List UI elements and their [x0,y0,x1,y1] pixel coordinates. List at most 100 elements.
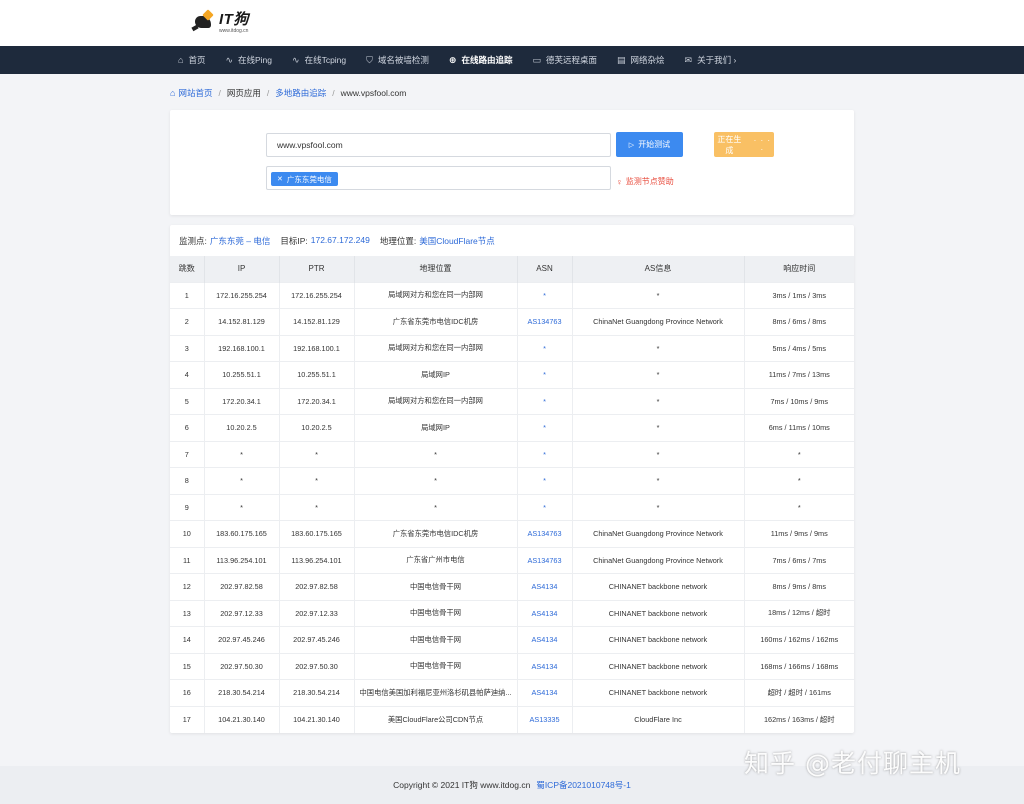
ip-cell: 218.30.54.214 [204,679,280,706]
generating-button[interactable]: 正在生成 · · · · [714,132,774,157]
generating-dots: · · · · [753,135,772,154]
nav-item-traceroute[interactable]: ⊕ 在线路由追踪 [449,46,513,74]
nav-item-about[interactable]: ✉ 关于我们 › [685,46,737,74]
sponsor-link[interactable]: ♀ 监测节点赞助 [616,176,674,187]
nav-item-remote-desktop[interactable]: ▭ 德芙远程桌面 [532,46,597,74]
asn-cell: * [517,493,573,521]
nav-network-misc-icon: ▤ [617,54,626,65]
table-row: 12 202.97.82.58 202.97.82.58 中国电信骨干网 AS4134 C… [170,573,854,600]
nav-item-network-misc[interactable]: ▤ 网络杂烩 [617,46,665,74]
hop-cell: 16 [170,679,205,706]
as-info-cell: * [572,334,745,362]
hop-cell: 15 [170,652,205,680]
geo-cell: 广东省东莞市电信IDC机房 [354,520,518,547]
latency-cell: 7ms / 6ms / 7ms [744,546,854,574]
as-info-cell: CHINANET backbone network [572,626,745,653]
geo-cell: 局域网对方和您在同一内部网 [354,334,518,362]
nav-home-icon: ⌂ [178,55,184,65]
node-select[interactable]: ✕ 广东东莞电信 [266,166,611,190]
nav-remote-desktop-icon: ▭ [532,54,541,65]
breadcrumb-tool[interactable]: 多地路由追踪 [275,87,326,99]
column-header: 跳数 [170,256,205,282]
ip-cell: 113.96.254.101 [204,546,280,574]
asn-cell[interactable]: AS134763 [517,520,573,547]
nav-wall-check-icon: ⛉ [366,54,373,65]
asn-cell[interactable]: AS4134 [517,599,573,627]
nav-item-label: 德芙远程桌面 [546,55,598,65]
column-header: PTR [279,256,355,282]
nav-about-icon: ✉ [684,54,693,65]
ip-cell: 10.255.51.1 [204,361,280,388]
geo-cell: 局域网对方和您在同一内部网 [354,387,518,415]
ip-cell: * [204,493,280,521]
table-row: 17 104.21.30.140 104.21.30.140 美国CloudFlare… [170,705,854,733]
hop-cell: 9 [170,493,205,521]
ptr-cell: 202.97.12.33 [279,599,355,627]
table-row: 13 202.97.12.33 202.97.12.33 中国电信骨干网 AS4134 C… [170,599,854,627]
table-row: 8 * * * * * * [170,467,854,494]
breadcrumb-home[interactable]: 网站首页 [178,87,212,99]
copyright-text: Copyright © 2021 IT狗 www.itdog.cn [393,780,531,790]
icp-link[interactable]: 蜀ICP备2021010748号-1 [536,779,631,791]
site-logo[interactable]: IT狗 www.itdog.cn [191,9,249,34]
host-input[interactable] [266,133,611,157]
geo-cell: 美国CloudFlare公司CDN节点 [354,705,518,733]
hop-cell: 2 [170,308,205,335]
geo-cell: 广东省东莞市电信IDC机房 [354,308,518,335]
nav-item-label: 首页 [188,55,206,65]
hop-cell: 1 [170,281,205,309]
latency-cell: 8ms / 6ms / 8ms [744,308,854,335]
ptr-cell: 172.20.34.1 [279,387,355,415]
asn-cell: * [517,467,573,494]
table-row: 9 * * * * * * [170,493,854,521]
asn-cell[interactable]: AS4134 [517,573,573,600]
breadcrumb-app[interactable]: 网页应用 [227,87,261,99]
monitor-value: 广东东莞 – 电信 [209,236,271,246]
nav-item-wall-check[interactable]: ⛉ 域名被墙检测 [366,46,429,74]
column-header: ASN [517,256,573,282]
table-row: 2 14.152.81.129 14.152.81.129 广东省东莞市电信IDC机房… [170,308,854,335]
node-tag[interactable]: ✕ 广东东莞电信 [271,172,338,186]
geo-cell: 中国电信骨干网 [354,626,518,653]
ptr-cell: 218.30.54.214 [279,679,355,706]
nav-ping-icon: ∿ [225,54,233,65]
table-row: 15 202.97.50.30 202.97.50.30 中国电信骨干网 AS4134 C… [170,652,854,680]
table-header-row: 跳数 IP PTR 地理位置 ASN AS信息 响应时间 [170,256,854,282]
asn-cell[interactable]: AS4134 [517,679,573,706]
nav-item-label: 域名被墙检测 [377,55,429,65]
ip-cell: 202.97.82.58 [204,573,280,600]
nav-item-home[interactable]: ⌂ 首页 [178,46,205,74]
ptr-cell: * [279,440,355,468]
column-header: 响应时间 [744,256,854,282]
close-icon[interactable]: ✕ [277,175,283,183]
sponsor-label: 监测节点赞助 [625,177,674,186]
latency-cell: 5ms / 4ms / 5ms [744,334,854,362]
ip-cell: 202.97.50.30 [204,652,280,680]
start-test-label: 开始测试 [638,140,671,149]
hop-cell: 5 [170,387,205,415]
nav-item-ping[interactable]: ∿ 在线Ping [225,46,272,74]
latency-cell: 7ms / 10ms / 9ms [744,387,854,415]
asn-cell: * [517,281,573,309]
ip-cell: 172.16.255.254 [204,281,280,309]
nav-item-tcping[interactable]: ∿ 在线Tcping [292,46,346,74]
table-row: 1 172.16.255.254 172.16.255.254 局域网对方和您在同一内… [170,281,854,309]
geo-label: 地理位置: [379,236,417,246]
ip-cell: 202.97.12.33 [204,599,280,627]
ptr-cell: * [279,467,355,494]
start-test-button[interactable]: ▷ 开始测试 [616,132,683,157]
asn-cell[interactable]: AS4134 [517,652,573,680]
hop-cell: 8 [170,467,205,494]
generating-label: 正在生成 [717,134,742,155]
asn-cell[interactable]: AS134763 [517,308,573,335]
asn-cell[interactable]: AS13335 [517,705,573,733]
nav-item-label: 在线路由追踪 [461,55,513,65]
ptr-cell: 113.96.254.101 [279,546,355,574]
asn-cell: * [517,387,573,415]
asn-cell[interactable]: AS134763 [517,546,573,574]
geo-cell: 中国电信骨干网 [354,652,518,680]
ip-cell: 10.20.2.5 [204,414,280,441]
hop-cell: 4 [170,361,205,388]
asn-cell[interactable]: AS4134 [517,626,573,653]
table-row: 14 202.97.45.246 202.97.45.246 中国电信骨干网 AS413… [170,626,854,653]
